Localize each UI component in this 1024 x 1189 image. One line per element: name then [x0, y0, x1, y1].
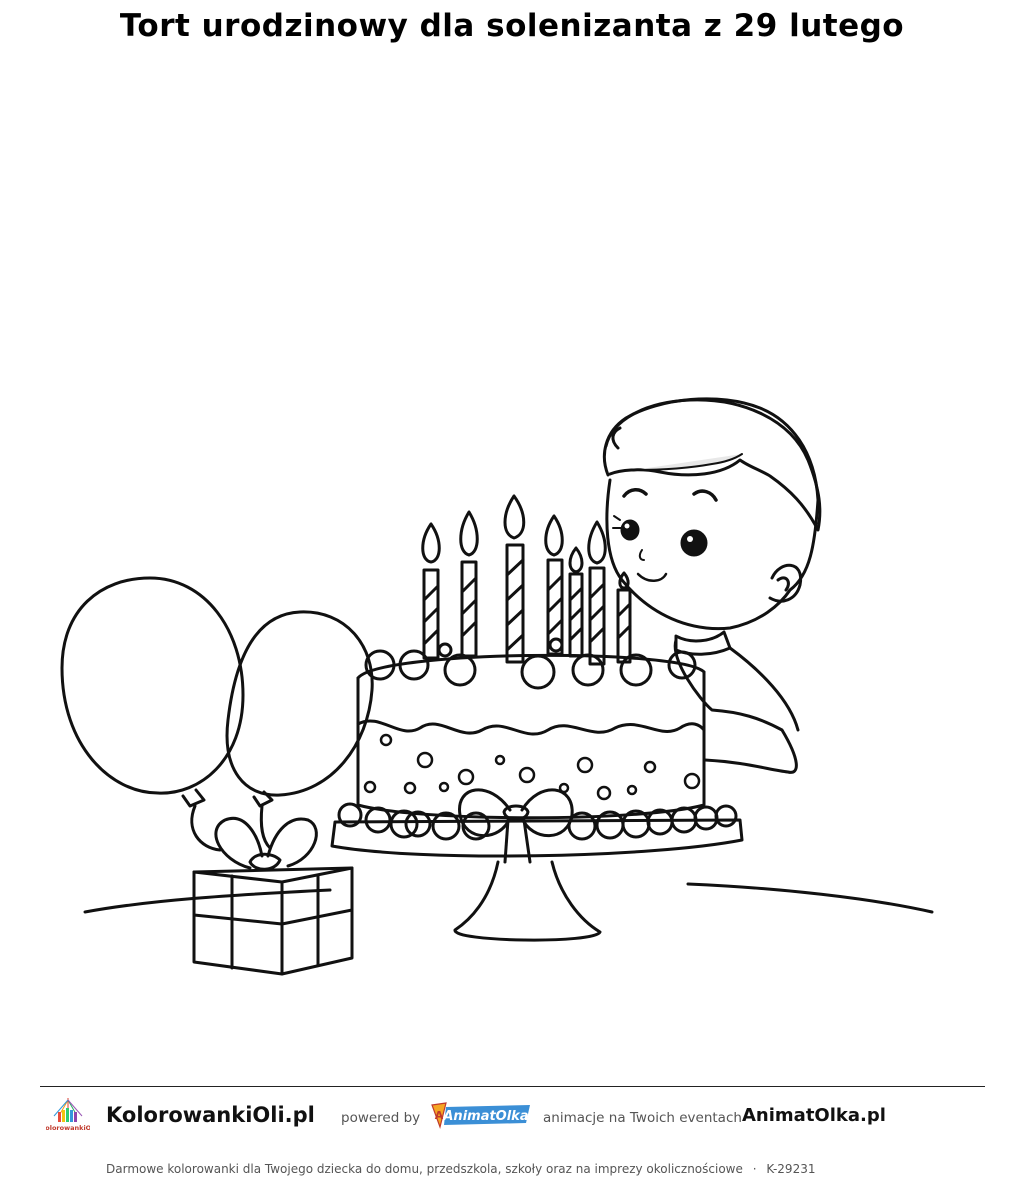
balloon-icon: [225, 610, 374, 850]
balloon-icon: [60, 576, 245, 852]
animat-logo-text: AnimatOlka: [442, 1109, 528, 1124]
page-code: K-29231: [766, 1162, 816, 1176]
cake-stand: [330, 818, 744, 942]
candle-icon: [421, 494, 632, 666]
page-title: Tort urodzinowy dla solenizanta z 29 lut…: [119, 8, 905, 44]
animatolka-link[interactable]: AnimatOlka.pl: [742, 1105, 886, 1126]
birthday-cake-icon: [337, 637, 738, 864]
powered-by-label: powered by: [341, 1110, 421, 1126]
footer-separator: ·: [752, 1162, 757, 1176]
kolorowankioli-logo-icon[interactable]: KolorowankiOli: [46, 1094, 90, 1138]
animatolka-logo-icon[interactable]: A AnimatOlka: [430, 1099, 532, 1133]
logo-text: KolorowankiOli: [46, 1124, 90, 1132]
footer-divider: [40, 1086, 985, 1087]
site-name-link[interactable]: KolorowankiOli.pl: [106, 1103, 315, 1127]
tagline-text: animacje na Twoich eventach: [543, 1110, 742, 1126]
coloring-illustration: [60, 397, 934, 976]
footer-description: Darmowe kolorowanki dla Twojego dziecka …: [106, 1162, 815, 1176]
boy-icon: [602, 397, 822, 774]
table-edge-lines: [83, 882, 934, 914]
footer-description-text: Darmowe kolorowanki dla Twojego dziecka …: [106, 1162, 743, 1176]
